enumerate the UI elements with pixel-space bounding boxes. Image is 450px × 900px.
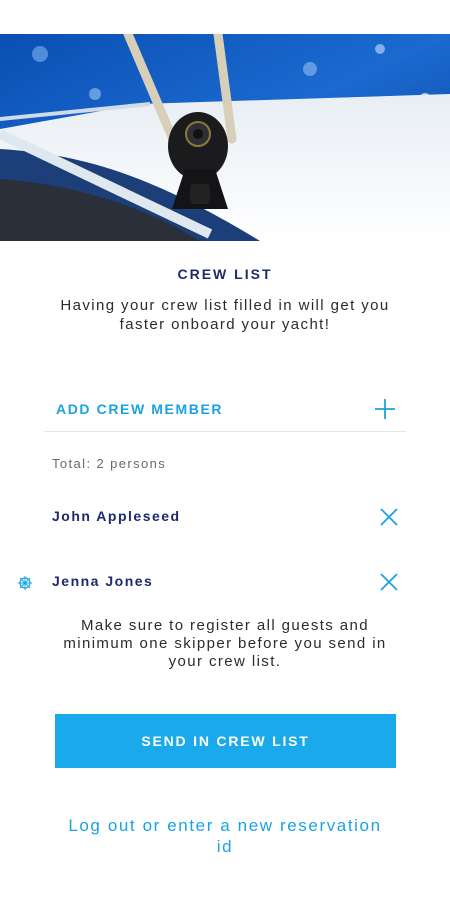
status-bar [0,0,450,34]
plus-icon [375,398,395,419]
add-crew-member-button[interactable]: ADD CREW MEMBER [44,386,406,432]
add-crew-member-label: ADD CREW MEMBER [56,400,224,417]
crew-member-name: John Appleseed [52,508,181,524]
send-crew-list-button[interactable]: SEND IN CREW LIST [55,714,396,768]
close-icon[interactable] [378,571,400,593]
crew-member-row: Jenna Jones [0,567,450,597]
page-subtitle: Having your crew list filled in will get… [60,297,390,333]
crew-member-name: Jenna Jones [52,573,154,589]
close-icon[interactable] [378,506,400,528]
crew-total: Total: 2 persons [52,456,167,471]
crew-member-row: John Appleseed [0,502,450,532]
page-title: CREW LIST [177,266,273,282]
logout-link[interactable]: Log out or enter a new reservation id [60,815,390,857]
ship-wheel-icon [18,576,32,590]
hero-image [0,34,450,241]
crew-note: Make sure to register all guests and min… [63,617,387,670]
